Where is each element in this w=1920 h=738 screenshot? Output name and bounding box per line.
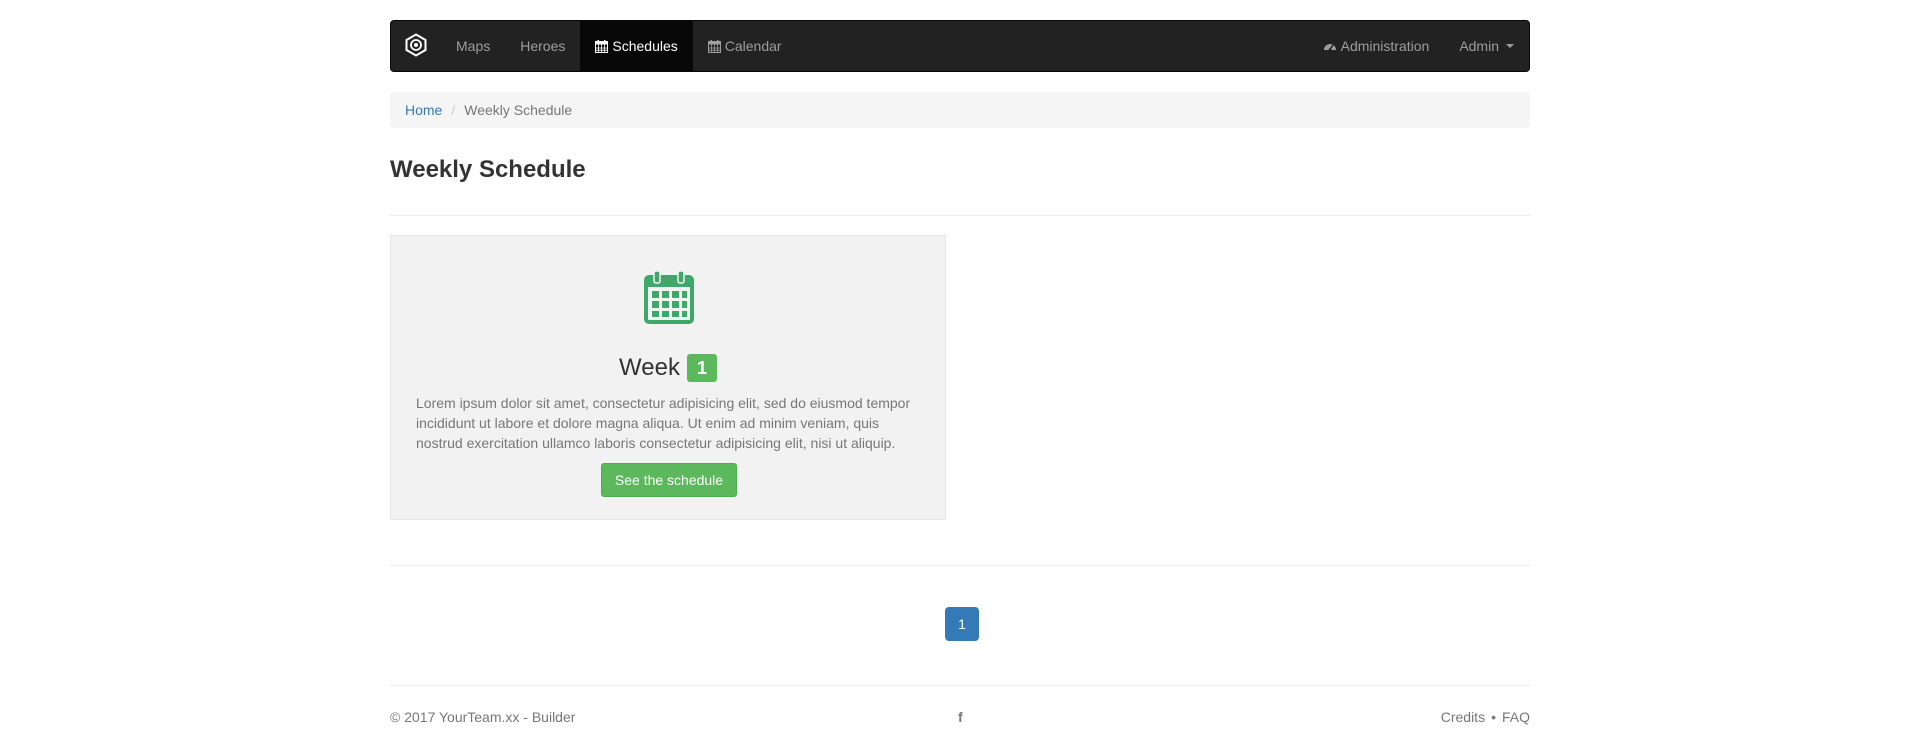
nav-item-label: Maps: [456, 38, 491, 54]
footer-links: Credits • FAQ: [1441, 709, 1530, 725]
facebook-icon[interactable]: f: [958, 709, 963, 725]
pagination-page-1[interactable]: 1: [945, 607, 979, 641]
calendar-icon: [595, 39, 609, 53]
nav-item-label: Calendar: [724, 38, 782, 54]
week-number-badge: 1: [686, 354, 717, 382]
card-title-text: Week: [619, 354, 680, 381]
nav-left: Maps Heroes Schedules Calendar: [441, 21, 797, 71]
chevron-down-icon: [1506, 44, 1514, 48]
nav-right: Administration Admin: [1308, 21, 1529, 71]
top-navbar: Maps Heroes Schedules Calendar Administr…: [390, 20, 1530, 72]
breadcrumb-current: Weekly Schedule: [464, 102, 573, 118]
nav-item-label: Admin: [1459, 38, 1499, 54]
nav-item-label: Administration: [1340, 38, 1430, 54]
calendar-icon: [707, 39, 721, 53]
footer-link-separator: •: [1491, 709, 1496, 725]
hexagon-logo-icon: [404, 32, 428, 60]
header-divider: [390, 215, 1530, 216]
breadcrumb: Home / Weekly Schedule: [390, 92, 1530, 128]
nav-item-label: Heroes: [520, 38, 566, 54]
dashboard-icon: [1323, 40, 1337, 52]
content-divider: [390, 565, 1530, 566]
footer-credits-link[interactable]: Credits: [1441, 709, 1485, 725]
card-description: Lorem ipsum dolor sit amet, consectetur …: [416, 395, 911, 451]
admin-dropdown[interactable]: Admin: [1444, 21, 1529, 71]
footer-copyright: © 2017 YourTeam.xx - Builder: [390, 709, 576, 725]
calendar-icon: [644, 270, 694, 327]
nav-item-administration[interactable]: Administration: [1308, 21, 1445, 71]
card-title: Week 1: [391, 354, 945, 382]
nav-item-label: Schedules: [612, 38, 678, 54]
page-title: Weekly Schedule: [390, 156, 586, 183]
nav-item-heroes[interactable]: Heroes: [505, 21, 580, 71]
footer-faq-link[interactable]: FAQ: [1502, 709, 1530, 725]
see-schedule-button[interactable]: See the schedule: [601, 463, 737, 497]
breadcrumb-separator: /: [451, 102, 456, 118]
footer-divider: [390, 685, 1530, 686]
nav-item-schedules[interactable]: Schedules: [580, 21, 693, 71]
nav-item-maps[interactable]: Maps: [441, 21, 505, 71]
week-card: Week 1 Lorem ipsum dolor sit amet, conse…: [390, 235, 946, 520]
nav-item-calendar[interactable]: Calendar: [693, 21, 797, 71]
breadcrumb-home-link[interactable]: Home: [405, 102, 442, 118]
brand-logo[interactable]: [391, 21, 441, 71]
